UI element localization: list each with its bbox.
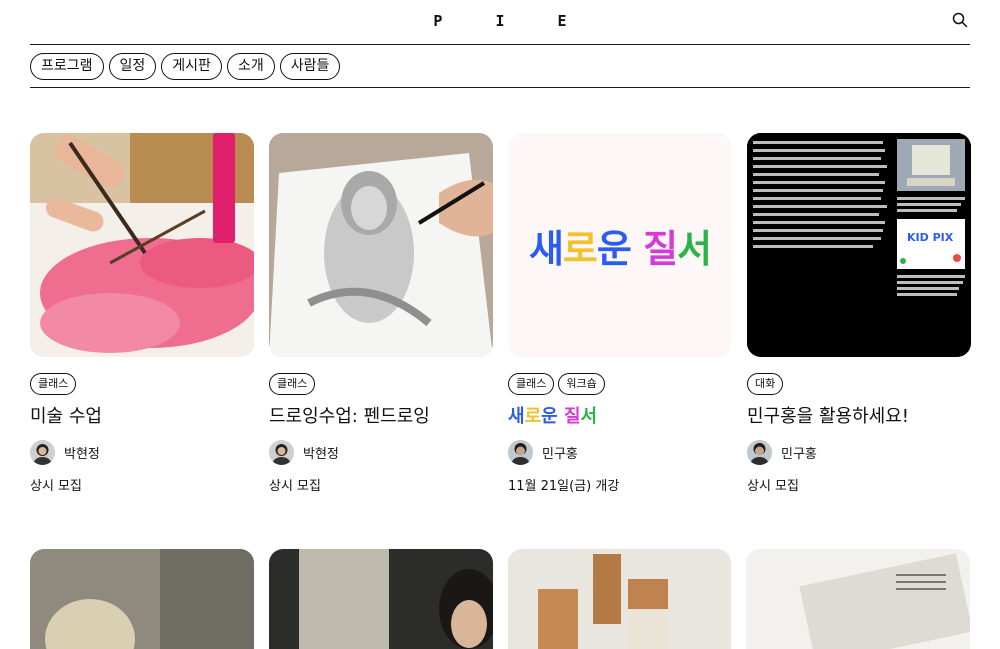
- card-title[interactable]: 민구홍을 활용하세요!: [747, 404, 971, 432]
- card-thumbnail[interactable]: [268, 549, 493, 649]
- program-card[interactable]: 새로운 질서 클래스 워크숍 새로운 질서 민구홍 11월 21일(금) 개강: [508, 133, 732, 494]
- rainbow-char: 서: [677, 226, 712, 271]
- rainbow-char: 질: [643, 226, 678, 271]
- card-thumbnail[interactable]: [30, 549, 254, 649]
- rainbow-char: 질: [563, 406, 581, 427]
- program-list: 클래스 미술 수업 박현정 상시 모집 클래스 드로잉수업: 펜드로잉 박현정 …: [30, 133, 971, 494]
- program-card[interactable]: 클래스 미술 수업 박현정 상시 모집: [30, 133, 254, 494]
- tag[interactable]: 클래스: [30, 373, 77, 395]
- card-schedule: 상시 모집: [747, 479, 799, 494]
- main-nav: 프로그램 일정 게시판 소개 사람들: [30, 45, 970, 88]
- nav-programs[interactable]: 프로그램: [30, 52, 104, 80]
- svg-text:KID PIX: KID PIX: [907, 231, 954, 244]
- rainbow-char: 새: [508, 406, 525, 427]
- avatar: [747, 439, 772, 465]
- tag[interactable]: 워크숍: [558, 373, 605, 395]
- author-name: 박현정: [303, 446, 339, 462]
- card-thumbnail[interactable]: [507, 549, 732, 649]
- search-icon[interactable]: [952, 12, 970, 30]
- site-header: P I E: [30, 0, 970, 45]
- tag[interactable]: 클래스: [508, 373, 555, 395]
- program-list-row-2: [30, 549, 970, 649]
- card-thumbnail[interactable]: 새로운 질서: [508, 133, 732, 357]
- rainbow-char: 운: [541, 406, 558, 427]
- author-name: 박현정: [64, 446, 100, 462]
- site-logo[interactable]: P I E: [30, 12, 970, 30]
- rainbow-char: 새: [528, 226, 564, 271]
- author-name: 민구홍: [542, 446, 578, 462]
- card-author[interactable]: 박현정: [30, 438, 254, 466]
- program-card[interactable]: KID PIX 대화 민구홍을 활용하세요! 민구홍 상시 모집: [747, 133, 971, 494]
- tag[interactable]: 클래스: [269, 373, 316, 395]
- thumbnail-rainbow-text: 새로운 질서: [528, 218, 712, 273]
- card-thumbnail[interactable]: KID PIX: [747, 133, 971, 357]
- nav-people[interactable]: 사람들: [279, 52, 341, 80]
- tag[interactable]: 대화: [747, 373, 784, 395]
- author-name: 민구홍: [781, 446, 817, 462]
- avatar: [30, 439, 55, 465]
- card-schedule: 상시 모집: [30, 479, 82, 494]
- nav-about[interactable]: 소개: [226, 52, 275, 80]
- card-author[interactable]: 민구홍: [747, 438, 971, 466]
- card-author[interactable]: 박현정: [269, 438, 493, 466]
- card-title[interactable]: 새로운 질서: [508, 404, 732, 432]
- card-thumbnail[interactable]: [269, 133, 493, 357]
- rainbow-char: [631, 227, 643, 271]
- avatar: [269, 439, 294, 465]
- avatar: [508, 439, 533, 465]
- card-schedule: 상시 모집: [269, 479, 321, 494]
- card-schedule: 11월 21일(금) 개강: [508, 479, 620, 494]
- card-thumbnail[interactable]: [746, 549, 970, 649]
- rainbow-char: 서: [580, 406, 598, 427]
- card-title[interactable]: 미술 수업: [30, 404, 254, 432]
- card-thumbnail[interactable]: [30, 133, 254, 357]
- rainbow-char: 로: [524, 406, 542, 427]
- card-author[interactable]: 민구홍: [508, 438, 732, 466]
- rainbow-char: 운: [596, 226, 632, 271]
- card-title[interactable]: 드로잉수업: 펜드로잉: [269, 404, 493, 432]
- nav-board[interactable]: 게시판: [161, 52, 222, 80]
- program-card[interactable]: 클래스 드로잉수업: 펜드로잉 박현정 상시 모집: [269, 133, 493, 494]
- rainbow-char: 로: [562, 226, 598, 271]
- nav-schedule[interactable]: 일정: [108, 52, 157, 80]
